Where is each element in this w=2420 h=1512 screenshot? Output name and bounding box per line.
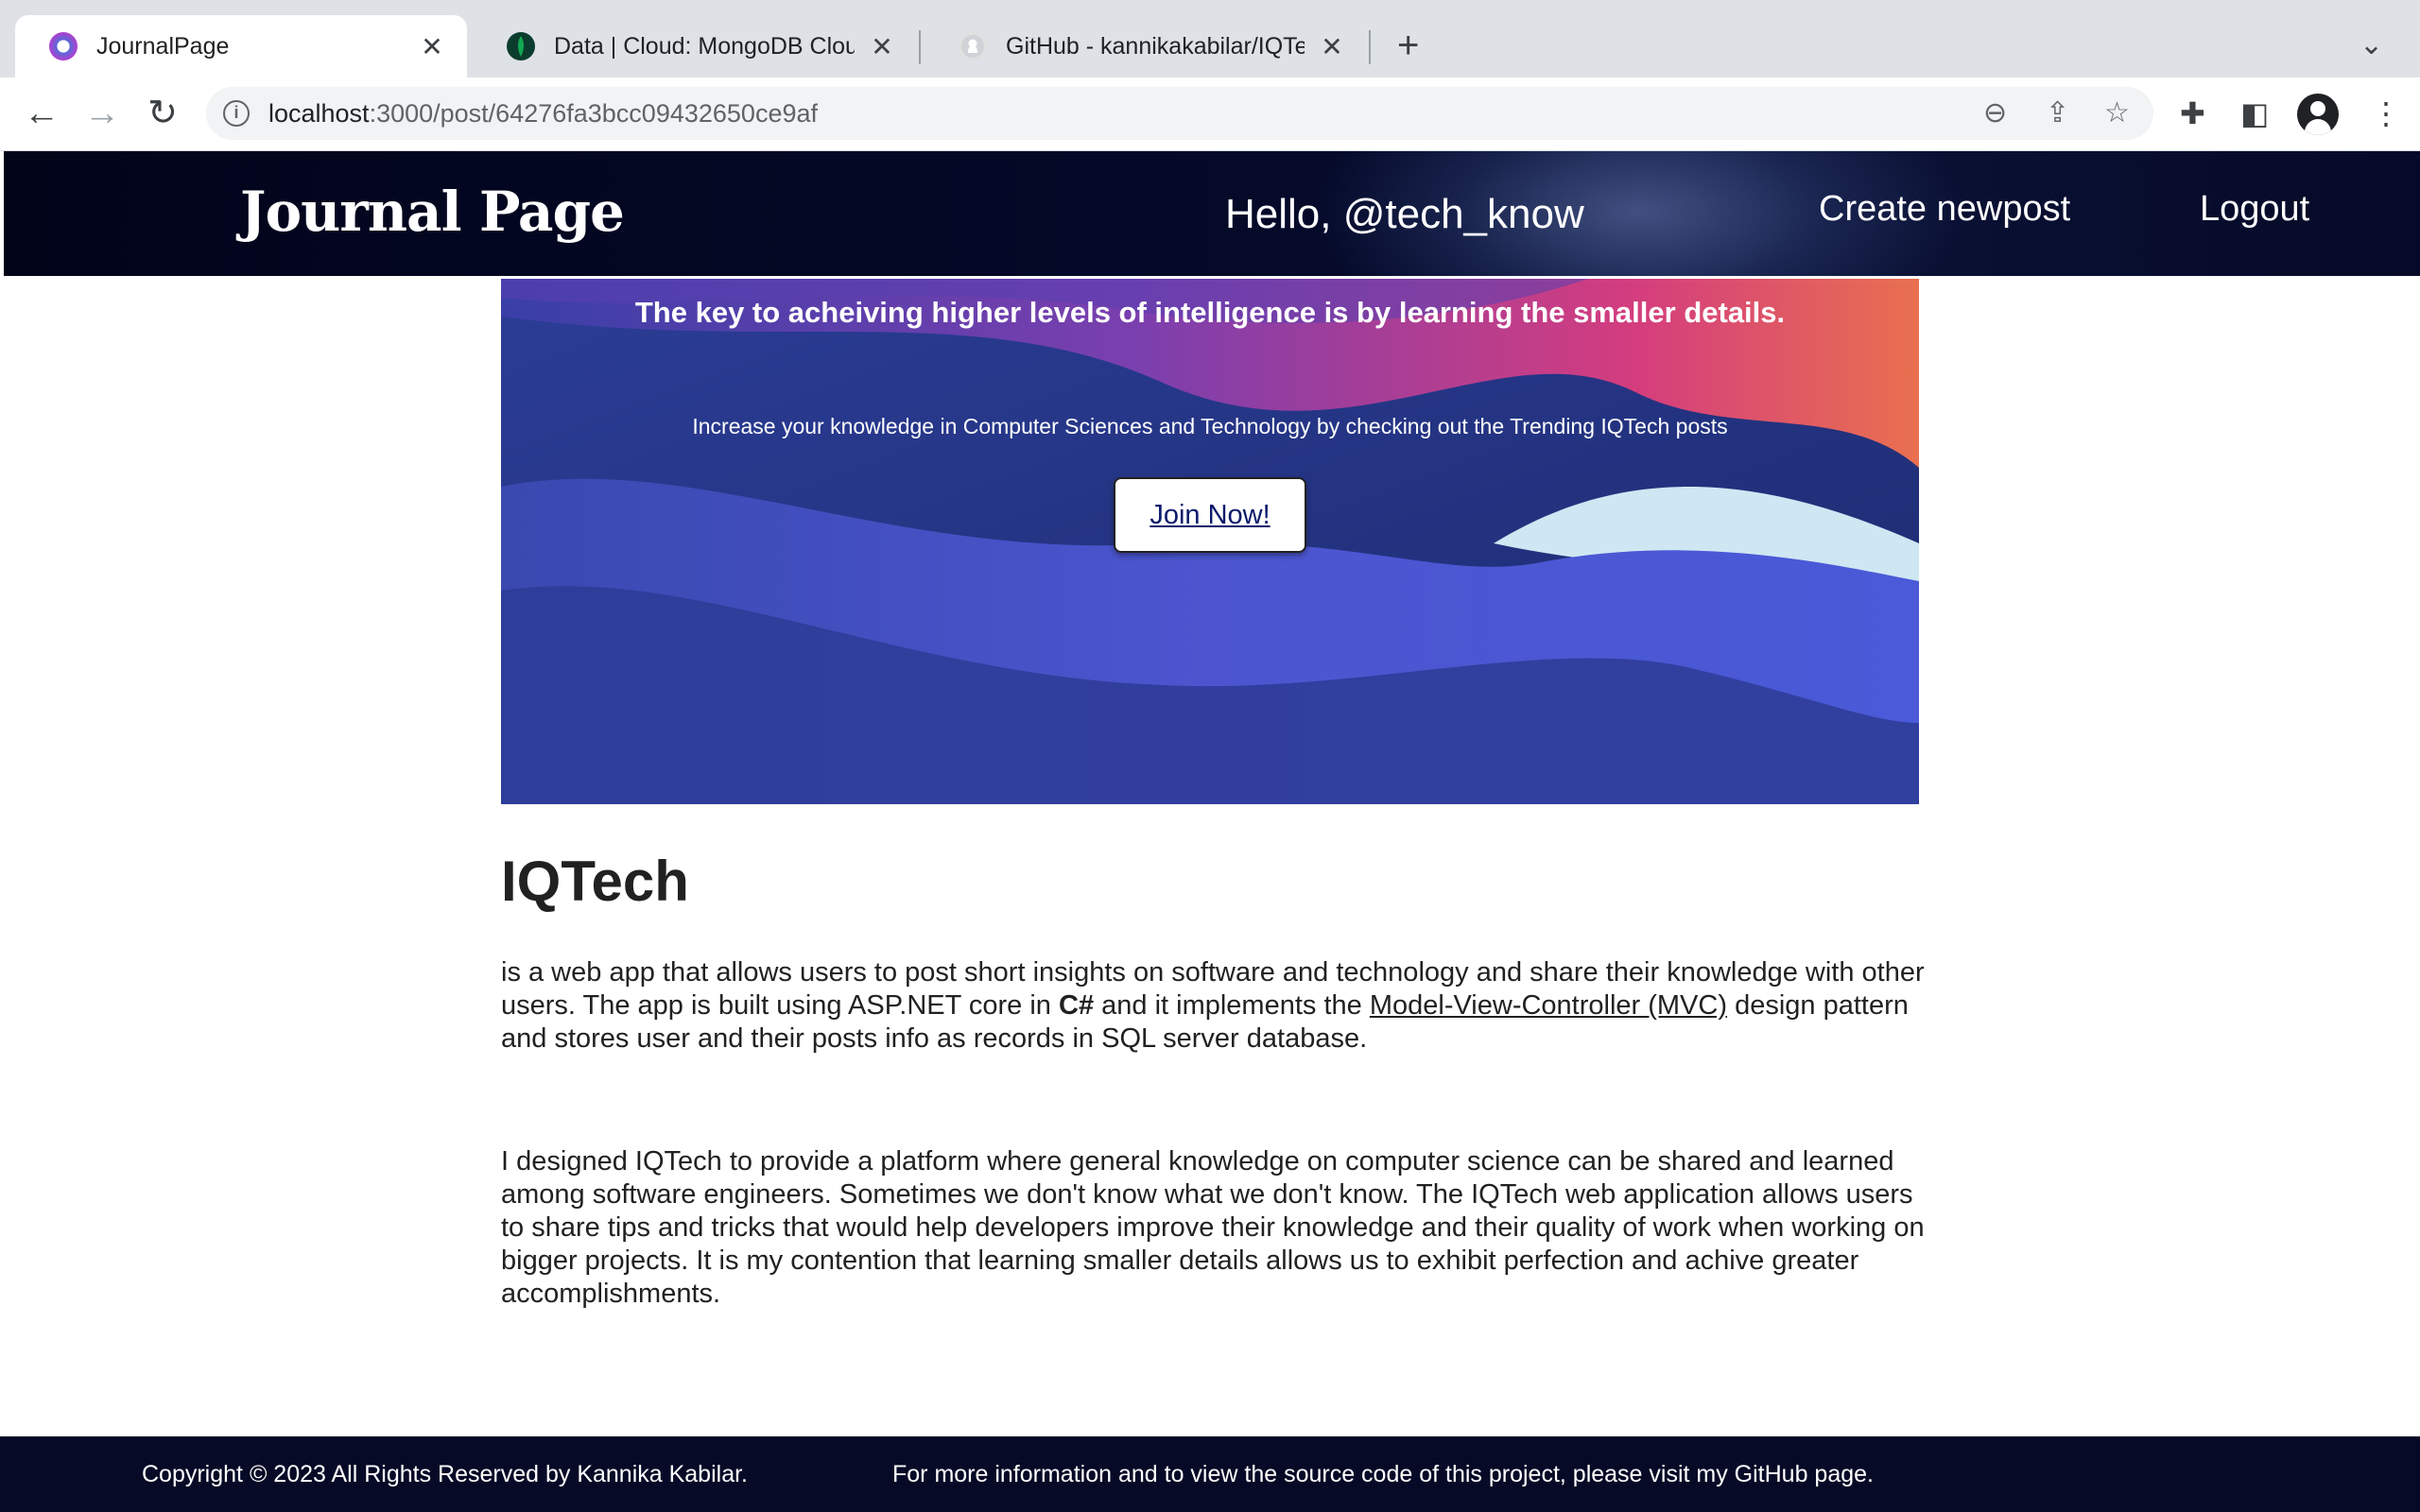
site-footer: Copyright © 2023 All Rights Reserved by … [0,1436,2420,1512]
site-info-icon[interactable]: i [223,100,250,127]
hero-banner: The key to acheiving higher levels of in… [501,279,1919,804]
close-icon[interactable]: ✕ [418,31,446,62]
para1-text-b: and it implements the [1094,990,1370,1021]
forward-arrow-icon[interactable]: → [81,94,123,132]
post-paragraph-1: is a web app that allows users to post s… [501,956,1928,1056]
back-arrow-icon[interactable]: ← [21,94,62,132]
browser-toolbar: ← → ↻ i localhost:3000/post/64276fa3bcc0… [0,77,2420,151]
tab-search-chevron-icon[interactable]: ⌄ [2360,28,2383,61]
url-host: localhost [268,99,370,128]
footer-github-info[interactable]: For more information and to view the sou… [892,1461,1874,1488]
bookmark-star-icon[interactable]: ☆ [2104,96,2130,129]
join-now-button[interactable]: Join Now! [1114,477,1306,553]
journalpage-favicon [49,32,78,60]
site-header: Journal Page Hello, @tech_know Create ne… [4,151,2420,276]
user-greeting: Hello, @tech_know [1225,191,1584,237]
tab-separator [919,30,921,64]
extensions-puzzle-icon[interactable]: ✚ [2180,94,2205,132]
tab-journalpage[interactable]: JournalPage ✕ [15,15,467,77]
zoom-icon[interactable]: ⊖ [1983,96,2007,129]
post-title: IQTech [501,850,689,913]
tab-title: Data | Cloud: MongoDB Cloud [554,32,855,60]
logout-link[interactable]: Logout [2200,189,2309,230]
tab-mongodb[interactable]: Data | Cloud: MongoDB Cloud ✕ [473,15,917,77]
tab-title: GitHub - kannikakabilar/IQTech [1006,32,1305,60]
close-icon[interactable]: ✕ [1318,31,1346,62]
browser-menu-icon[interactable]: ⋮ [2371,94,2401,132]
profile-avatar-icon[interactable] [2297,94,2339,135]
post-paragraph-2: I designed IQTech to provide a platform … [501,1146,1925,1309]
reload-icon[interactable]: ↻ [142,94,183,132]
mvc-link[interactable]: Model-View-Controller (MVC) [1370,990,1727,1021]
mongodb-leaf-icon [507,32,535,60]
footer-copyright: Copyright © 2023 All Rights Reserved by … [142,1461,748,1487]
github-icon [959,32,987,60]
url-path: :3000/post/64276fa3bcc09432650ce9af [369,99,818,128]
hero-subtitle: Increase your knowledge in Computer Scie… [692,414,1728,438]
address-bar[interactable]: i localhost:3000/post/64276fa3bcc0943265… [206,87,2153,140]
tab-title: JournalPage [96,32,230,60]
tab-github[interactable]: GitHub - kannikakabilar/IQTech ✕ [925,15,1367,77]
para1-bold-csharp: C# [1059,990,1095,1021]
url-text[interactable]: localhost:3000/post/64276fa3bcc09432650c… [268,99,818,129]
new-tab-plus-icon[interactable]: + [1397,26,1419,64]
create-newpost-link[interactable]: Create newpost [1819,189,2070,230]
close-icon[interactable]: ✕ [868,31,896,62]
browser-tab-strip: JournalPage ✕ Data | Cloud: MongoDB Clou… [0,0,2420,77]
site-logo[interactable]: Journal Page [240,180,625,244]
tab-separator [1369,30,1371,64]
side-panel-icon[interactable]: ◧ [2240,94,2269,132]
hero-title: The key to acheiving higher levels of in… [634,296,1786,329]
share-icon[interactable]: ⇪ [2046,96,2069,129]
